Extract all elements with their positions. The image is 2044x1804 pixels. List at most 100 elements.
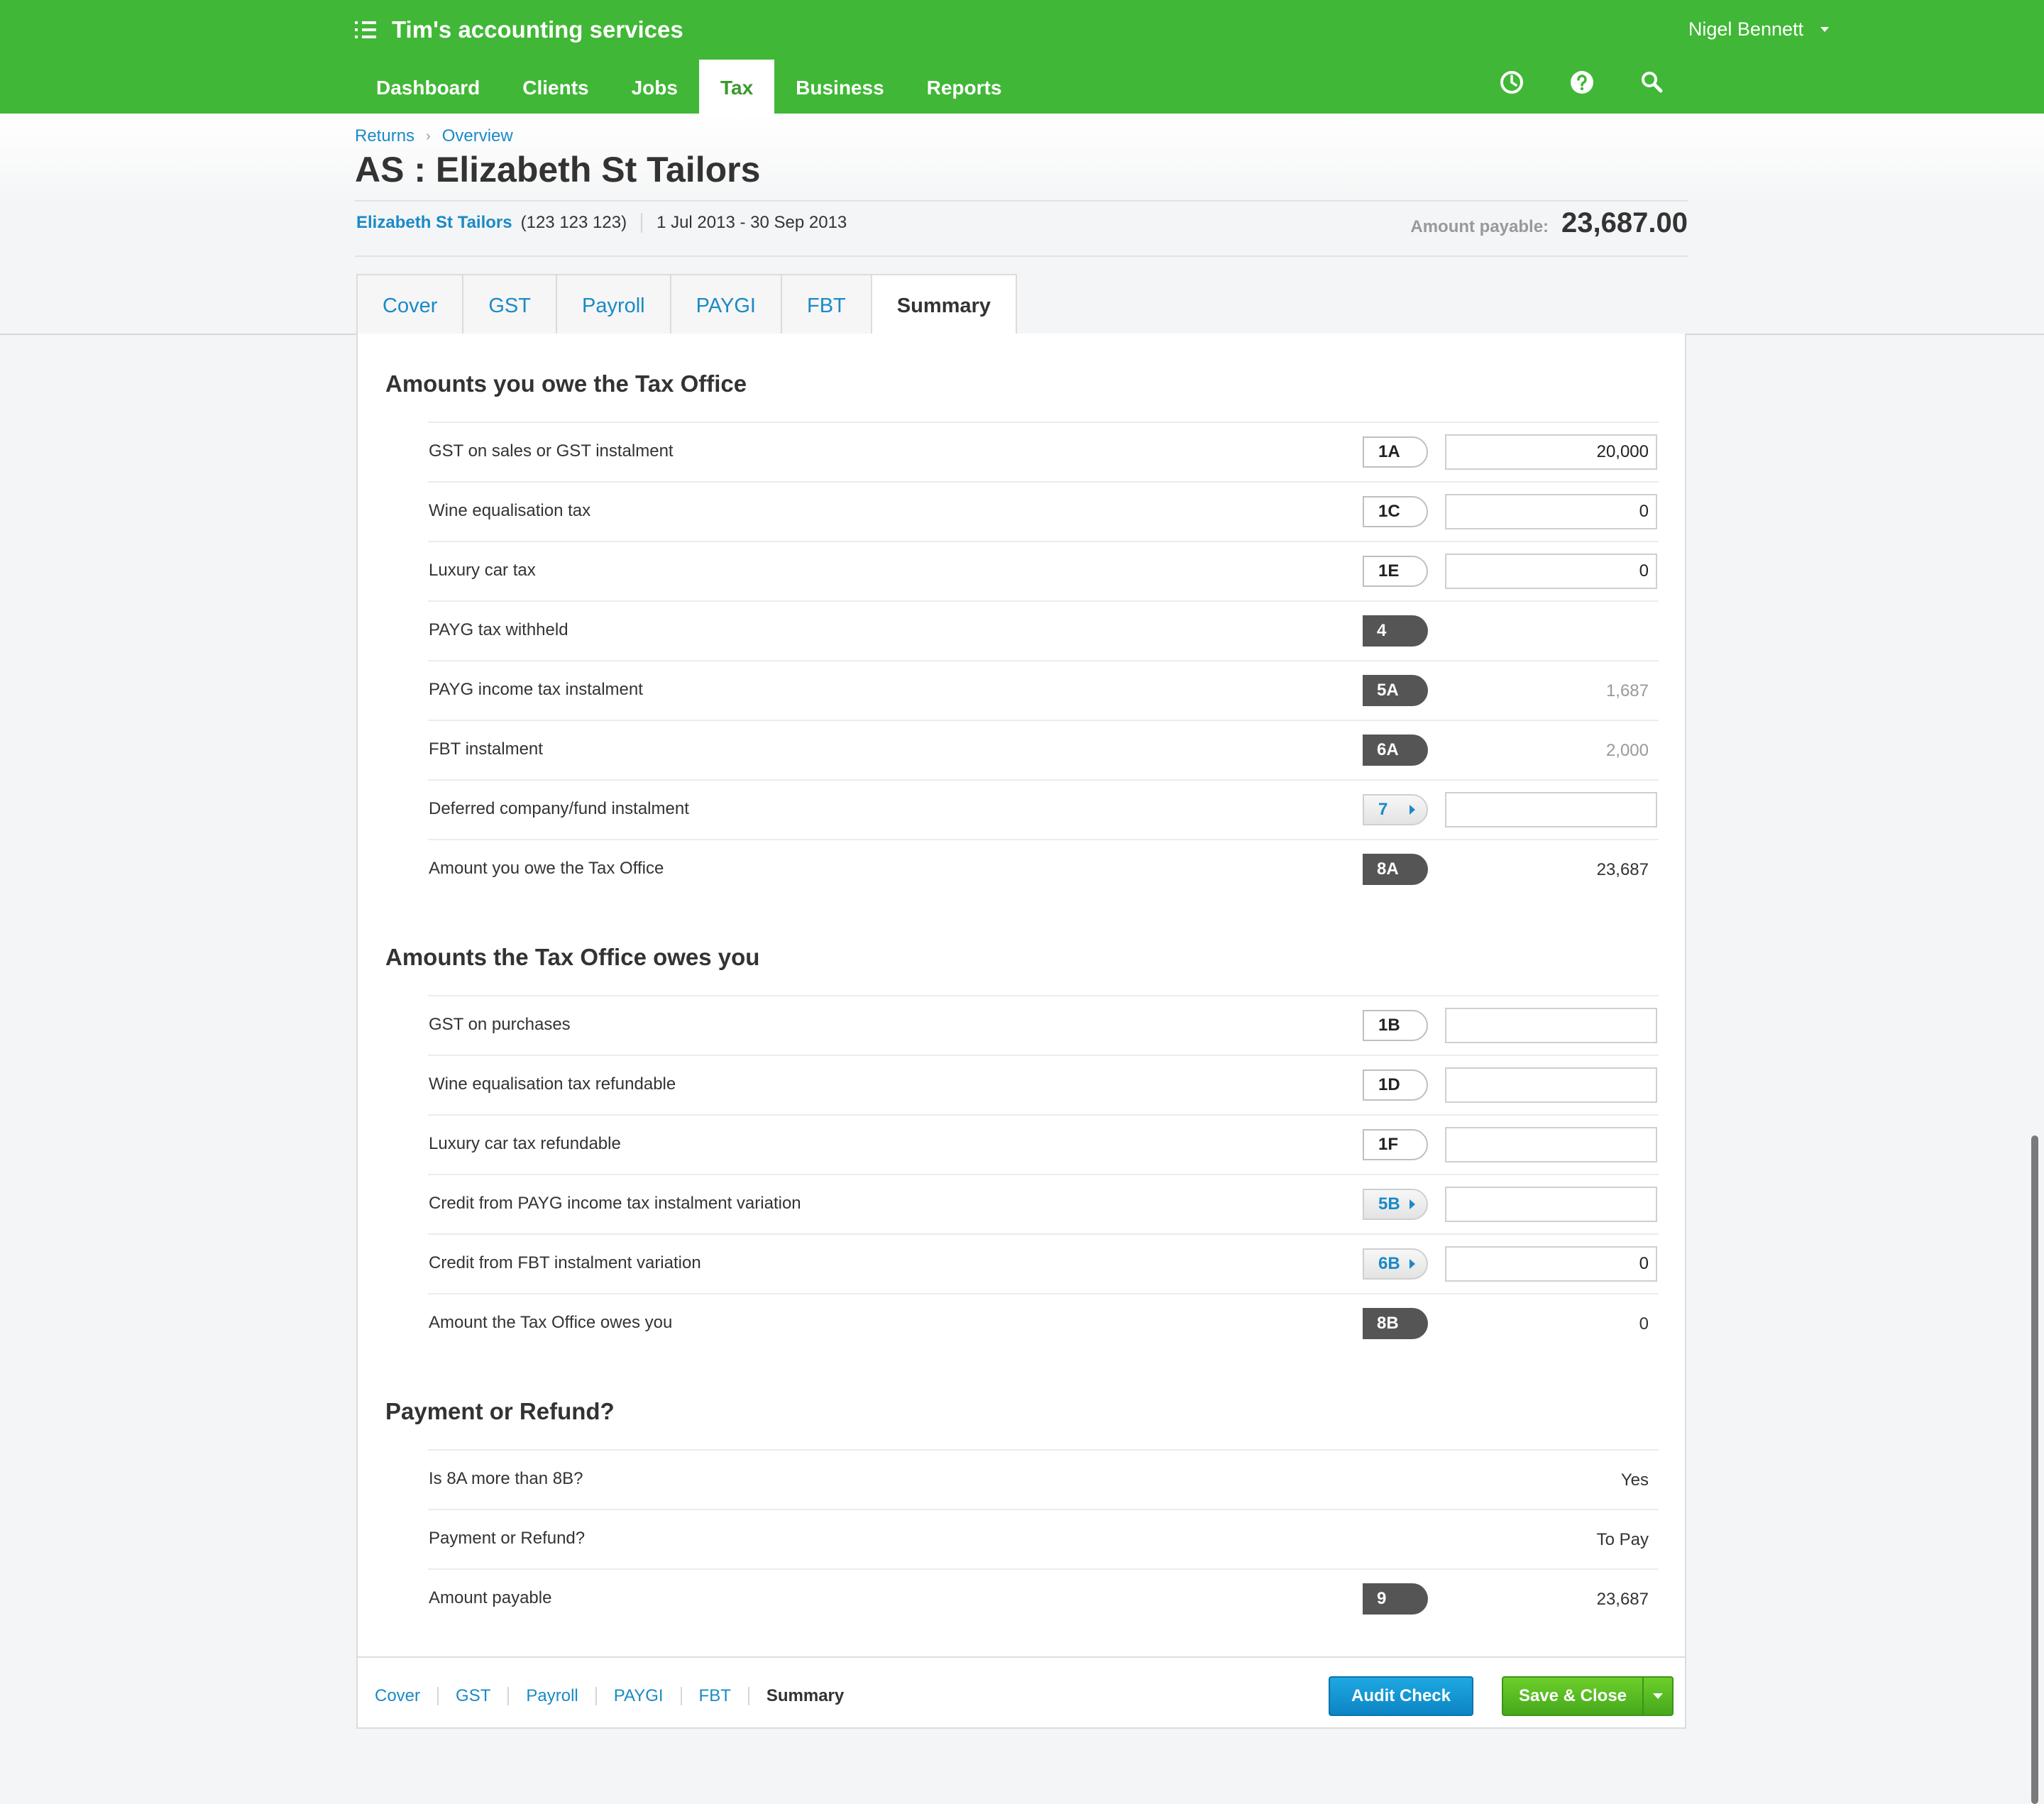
scrollbar[interactable] [2031,1135,2038,1804]
field-6b[interactable] [1445,1246,1657,1282]
code-badge-1e: 1E [1363,556,1428,587]
tab-payroll[interactable]: Payroll [557,275,671,336]
row-divider [428,720,1659,721]
field-5b[interactable] [1445,1187,1657,1222]
row-divider [428,1293,1659,1294]
caret-right-icon [1410,1199,1415,1209]
amount-payable-label: Amount payable: [1410,217,1549,236]
row-label-5b: Credit from PAYG income tax instalment v… [429,1194,801,1213]
row-label-8a: Amount you owe the Tax Office [429,859,664,878]
footer-tab-summary[interactable]: Summary [766,1686,844,1706]
code-badge-6a: 6A [1363,735,1428,766]
amount-payable-value: 23,687.00 [1561,207,1688,238]
row-label-1f: Luxury car tax refundable [429,1134,621,1153]
app-brand[interactable]: Tim's accounting services [355,13,683,47]
field-1d[interactable] [1445,1067,1657,1103]
app-title: Tim's accounting services [392,16,683,43]
code-link-5b-label: 5B [1378,1194,1400,1214]
row-label-1c: Wine equalisation tax [429,501,591,520]
code-link-6b[interactable]: 6B [1363,1248,1428,1280]
breadcrumb-overview[interactable]: Overview [442,126,513,146]
code-link-7[interactable]: 7 [1363,794,1428,825]
footer-tab-cover[interactable]: Cover [375,1686,420,1706]
row-divider [428,1568,1659,1570]
divider [355,200,1688,202]
row-label-1e: Luxury car tax [429,561,536,580]
tab-summary[interactable]: Summary [872,275,1016,338]
footer-tab-paygi[interactable]: PAYGI [614,1686,664,1706]
row-label-1b: GST on purchases [429,1015,571,1034]
row-label-7: Deferred company/fund instalment [429,799,689,818]
row-divider [428,481,1659,483]
divider [507,1687,510,1705]
chevron-down-icon [1653,1693,1663,1699]
value-6a: 2,000 [1605,741,1649,760]
divider [680,1687,682,1705]
field-1e[interactable] [1445,554,1657,589]
row-divider [428,600,1659,602]
code-badge-1a: 1A [1363,436,1428,468]
nav-tab-clients[interactable]: Clients [501,60,610,114]
audit-check-button[interactable]: Audit Check [1329,1676,1473,1716]
value-8a: 23,687 [1596,860,1649,879]
client-link[interactable]: Elizabeth St Tailors [356,213,512,233]
row-label-1a: GST on sales or GST instalment [429,441,674,461]
nav-tab-jobs[interactable]: Jobs [610,60,699,114]
field-1c[interactable] [1445,494,1657,529]
save-options-dropdown[interactable] [1642,1678,1672,1715]
search-icon[interactable] [1639,70,1665,95]
footer-tab-fbt[interactable]: FBT [699,1686,731,1706]
section-title-result: Payment or Refund? [385,1398,615,1424]
client-abn: (123 123 123) [520,213,627,232]
nav-tab-dashboard[interactable]: Dashboard [355,60,501,114]
nav-tab-tax[interactable]: Tax [698,60,775,114]
tab-gst[interactable]: GST [463,275,557,336]
row-divider [428,839,1659,840]
section-title-owe: Amounts you owe the Tax Office [385,370,747,397]
caret-right-icon [1410,805,1415,815]
help-icon[interactable] [1569,70,1595,95]
row-divider [428,1174,1659,1175]
row-label-4: PAYG tax withheld [429,620,568,639]
tab-fbt[interactable]: FBT [782,275,872,336]
section-title-owed: Amounts the Tax Office owes you [385,944,760,970]
nav-tab-business[interactable]: Business [774,60,906,114]
code-link-7-label: 7 [1378,800,1388,819]
code-link-5b[interactable]: 5B [1363,1189,1428,1220]
breadcrumb-returns[interactable]: Returns [355,126,414,146]
save-close-button-group: Save & Close [1502,1676,1674,1716]
row-label-8b: Amount the Tax Office owes you [429,1313,673,1332]
user-menu[interactable]: Nigel Bennett [1688,18,1829,40]
row-label-1d: Wine equalisation tax refundable [429,1074,676,1094]
footer-tab-payroll[interactable]: Payroll [526,1686,578,1706]
tab-cover[interactable]: Cover [358,275,464,336]
row-divider [428,541,1659,542]
row-divider [428,1233,1659,1235]
row-divider [428,1509,1659,1510]
page-title: AS : Elizabeth St Tailors [355,150,761,189]
chevron-down-icon [1820,27,1829,32]
row-divider [428,1055,1659,1056]
nav-tab-reports[interactable]: Reports [906,60,1023,114]
field-1a[interactable] [1445,434,1657,470]
clock-icon[interactable] [1499,70,1524,95]
code-badge-8a: 8A [1363,854,1428,885]
row-label-9: Amount payable [429,1588,552,1607]
save-close-button[interactable]: Save & Close [1503,1678,1642,1715]
row-divider [428,1114,1659,1116]
field-1f[interactable] [1445,1127,1657,1162]
field-7[interactable] [1445,792,1657,827]
menu-icon[interactable] [355,20,376,40]
field-1b[interactable] [1445,1008,1657,1043]
breadcrumb: Returns › Overview [355,126,513,146]
code-badge-8b: 8B [1363,1308,1428,1339]
return-meta: Elizabeth St Tailors (123 123 123) 1 Jul… [356,213,847,233]
return-tabs: Cover GST Payroll PAYGI FBT Summary [356,274,1017,338]
tab-paygi[interactable]: PAYGI [671,275,782,336]
divider [437,1687,439,1705]
chevron-right-icon: › [426,128,431,144]
value-payment-or-refund: To Pay [1596,1530,1649,1549]
row-label-payment-or-refund: Payment or Refund? [429,1529,586,1548]
row-label-6a: FBT instalment [429,739,543,759]
footer-tab-gst[interactable]: GST [456,1686,490,1706]
